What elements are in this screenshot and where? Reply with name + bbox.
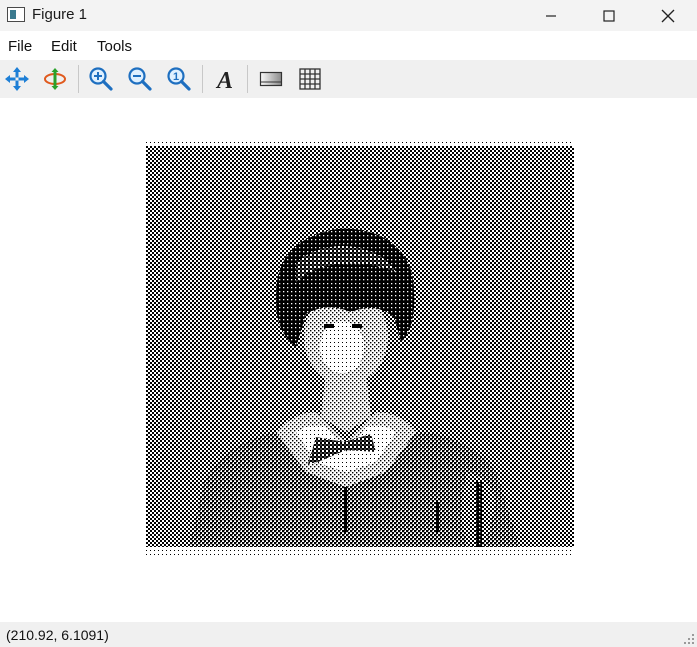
toolbar-separator (202, 65, 203, 93)
title-bar: Figure 1 (0, 0, 697, 31)
zoom-out-icon (128, 67, 152, 91)
menu-bar: File Edit Tools (0, 33, 697, 59)
svg-text:A: A (215, 68, 233, 92)
zoom-in-button[interactable] (85, 63, 117, 95)
zoom-reset-icon: 1 (167, 67, 191, 91)
menu-edit[interactable]: Edit (51, 38, 77, 55)
text-icon: A (215, 68, 233, 92)
status-bar: (210.92, 6.1091) (0, 622, 697, 647)
rotate-button[interactable] (39, 63, 71, 95)
menu-tools[interactable]: Tools (97, 38, 132, 55)
close-icon (661, 9, 675, 22)
toolbar: 1 A (0, 60, 697, 98)
resize-grip-icon[interactable] (683, 633, 695, 645)
minimize-icon (546, 14, 556, 17)
svg-text:1: 1 (173, 71, 179, 83)
zoom-in-icon (89, 67, 113, 91)
maximize-button[interactable] (586, 0, 632, 31)
grid-icon (299, 68, 321, 90)
close-button[interactable] (645, 0, 691, 31)
pan-icon (5, 67, 29, 91)
figure-window-icon (7, 7, 25, 22)
rotate-icon (44, 68, 66, 90)
grid-button[interactable] (294, 63, 326, 95)
zoom-out-button[interactable] (124, 63, 156, 95)
pan-button[interactable] (1, 63, 33, 95)
window-title: Figure 1 (32, 6, 88, 23)
maximize-icon (603, 9, 615, 22)
menu-file[interactable]: File (8, 38, 32, 55)
toolbar-separator (78, 65, 79, 93)
cursor-coordinates: (210.92, 6.1091) (6, 627, 109, 643)
text-button[interactable]: A (209, 63, 241, 95)
zoom-reset-button[interactable]: 1 (163, 63, 195, 95)
figure-canvas[interactable] (0, 98, 697, 622)
colorbar-icon (259, 71, 283, 87)
minimize-button[interactable] (528, 0, 574, 31)
toolbar-separator (247, 65, 248, 93)
colorbar-button[interactable] (255, 63, 287, 95)
halftone-image[interactable] (146, 142, 574, 560)
